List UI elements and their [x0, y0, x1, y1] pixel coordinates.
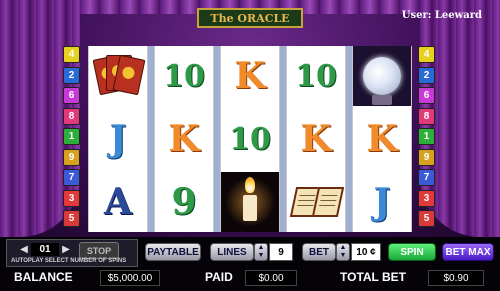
reel-symbol: K	[366, 118, 398, 160]
payline-badge-right-6: 6	[418, 87, 435, 104]
reel-3: K 10	[220, 46, 280, 232]
crystal-ball-icon	[353, 46, 411, 106]
payline-badge-right-1: 1	[418, 128, 435, 145]
reel-symbol: 10	[163, 58, 205, 94]
game-title: The ORACLE	[197, 8, 303, 28]
slot-stage: The ORACLE User: Leeward 4 2 6 8 1 9 7 3 5 4 2 6 8 1…	[0, 0, 500, 237]
lines-value: 9	[269, 243, 293, 261]
payline-badge-left-8: 8	[63, 107, 80, 125]
lines-down-icon[interactable]: ▼	[258, 252, 265, 260]
payline-badge-left-1: 1	[63, 128, 80, 145]
paid-value: $0.00	[245, 270, 297, 286]
autoplay-stop-button[interactable]: STOP	[79, 242, 119, 259]
payline-badge-left-3: 3	[63, 189, 80, 207]
reel-1: JA	[88, 46, 148, 232]
reel-2: 10 K 9	[154, 46, 214, 232]
lines-stepper[interactable]: ▲ ▼	[254, 243, 268, 261]
payline-badge-right-8: 8	[418, 107, 435, 125]
payline-badge-left-6: 6	[63, 87, 80, 104]
payline-badge-left-9: 9	[63, 148, 80, 166]
autoplay-caption: AUTOPLAY SELECT NUMBER OF SPINS	[11, 258, 127, 264]
reel-symbol: K	[234, 55, 266, 97]
user-label: User: Leeward	[401, 10, 482, 21]
reel-symbol: 10	[295, 58, 337, 94]
total-bet-label: TOTAL BET	[340, 270, 406, 284]
payline-badge-left-4: 4	[63, 46, 80, 63]
payline-badge-left-2: 2	[63, 66, 80, 84]
lines-label: LINES	[210, 243, 254, 261]
bet-down-icon[interactable]: ▼	[340, 252, 347, 260]
payline-badge-right-4: 4	[418, 46, 435, 63]
tarot-cards-icon	[89, 46, 147, 106]
reels-area: J A 10 K 9 K 10 10 K K J	[88, 46, 412, 232]
reel-symbol: J	[109, 118, 127, 160]
balance-label: BALANCE	[14, 270, 73, 284]
autoplay-increase-icon[interactable]: ▶	[61, 243, 71, 256]
paytable-button[interactable]: PAYTABLE	[145, 243, 201, 261]
balance-value: $5,000.00	[100, 270, 160, 286]
payline-badge-left-7: 7	[63, 169, 80, 186]
payline-badge-right-9: 9	[418, 148, 435, 166]
payline-badge-left-5: 5	[63, 210, 80, 227]
reel-4: 10 K	[286, 46, 346, 232]
reel-5: KJ	[352, 46, 412, 232]
autoplay-decrease-icon[interactable]: ◀	[19, 243, 29, 256]
reel-symbol: K	[300, 118, 332, 160]
reel-symbol: K	[168, 118, 200, 160]
bet-up-icon[interactable]: ▲	[340, 244, 347, 252]
autoplay-panel: ◀ 01 ▶ STOP AUTOPLAY SELECT NUMBER OF SP…	[6, 239, 138, 267]
bet-stepper[interactable]: ▲ ▼	[336, 243, 350, 261]
payline-badge-right-5: 5	[418, 210, 435, 227]
spin-button[interactable]: SPIN	[388, 243, 436, 261]
autoplay-count: 01	[31, 243, 59, 256]
control-panel: ◀ 01 ▶ STOP AUTOPLAY SELECT NUMBER OF SP…	[0, 237, 500, 291]
payline-badge-right-7: 7	[418, 169, 435, 186]
bet-value: 10 ¢	[351, 243, 381, 261]
lines-up-icon[interactable]: ▲	[258, 244, 265, 252]
reel-symbol: A	[104, 181, 132, 223]
reel-symbol: 10	[229, 121, 271, 157]
paid-label: PAID	[205, 270, 233, 284]
total-bet-value: $0.90	[428, 270, 484, 286]
payline-badge-right-2: 2	[418, 66, 435, 84]
candle-icon	[221, 172, 279, 232]
spellbook-icon	[287, 172, 345, 232]
bet-max-button[interactable]: BET MAX	[442, 243, 494, 261]
payline-badge-right-3: 3	[418, 189, 435, 207]
reel-symbol: 9	[171, 181, 197, 223]
bet-label: BET	[302, 243, 336, 261]
reel-symbol: J	[373, 181, 391, 223]
